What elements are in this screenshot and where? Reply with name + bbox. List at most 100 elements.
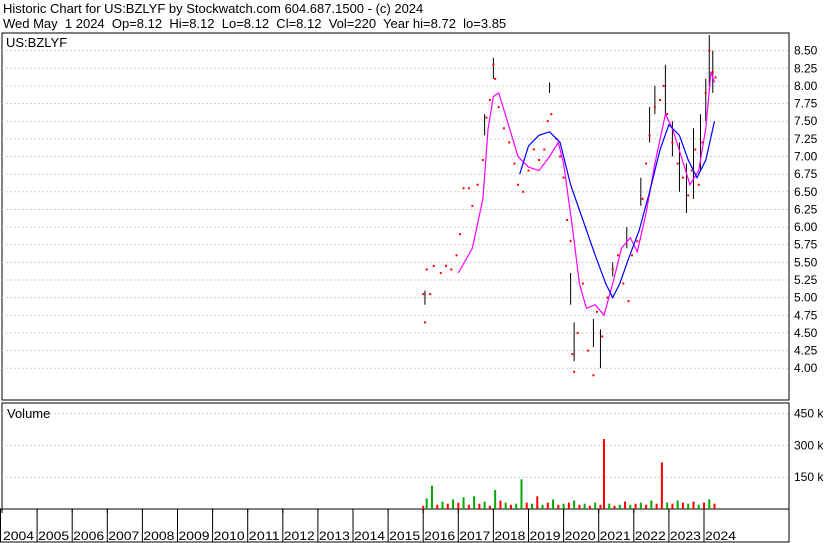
y-tick-label: 4.50 bbox=[794, 326, 818, 340]
close-dot bbox=[566, 219, 569, 222]
close-dot bbox=[455, 254, 458, 257]
close-dot bbox=[450, 268, 453, 271]
close-dot bbox=[494, 77, 497, 80]
y-tick-label: 7.75 bbox=[794, 97, 818, 111]
close-dot bbox=[439, 271, 442, 274]
close-dot bbox=[671, 141, 674, 144]
close-dot bbox=[429, 293, 432, 296]
close-dot bbox=[666, 113, 669, 116]
close-dot bbox=[662, 84, 665, 87]
close-dot bbox=[697, 183, 700, 186]
x-tick-label: 2007 bbox=[108, 529, 139, 543]
close-dot bbox=[445, 264, 448, 267]
close-dot bbox=[641, 197, 644, 200]
close-dot bbox=[711, 70, 714, 73]
close-dot bbox=[687, 194, 690, 197]
price-panel-frame bbox=[1, 32, 790, 401]
close-dot bbox=[659, 99, 662, 102]
close-dot bbox=[508, 141, 511, 144]
x-tick-label: 2024 bbox=[705, 529, 736, 543]
close-dot bbox=[694, 148, 697, 151]
y-tick-label: 5.75 bbox=[794, 238, 818, 252]
close-dot bbox=[569, 240, 572, 243]
close-dot bbox=[636, 240, 639, 243]
x-tick-label: 2009 bbox=[179, 529, 210, 543]
close-dot bbox=[476, 183, 479, 186]
x-tick-label: 2019 bbox=[530, 529, 561, 543]
close-dot bbox=[617, 254, 620, 257]
close-dot bbox=[422, 293, 425, 296]
y-tick-label: 7.25 bbox=[794, 132, 818, 146]
close-dot bbox=[497, 106, 500, 109]
close-dot bbox=[648, 134, 651, 137]
close-dot bbox=[538, 159, 541, 162]
x-tick-label: 2010 bbox=[214, 529, 245, 543]
close-dot bbox=[573, 370, 576, 373]
close-dot bbox=[562, 176, 565, 179]
y-tick-label: 6.75 bbox=[794, 167, 818, 181]
close-dot bbox=[522, 190, 525, 193]
close-dot bbox=[601, 335, 604, 338]
close-dot bbox=[681, 176, 684, 179]
y-tick-label: 5.25 bbox=[794, 273, 818, 287]
x-tick-label: 2017 bbox=[459, 529, 490, 543]
close-dot bbox=[676, 162, 679, 165]
x-tick-label: 2023 bbox=[670, 529, 701, 543]
y-tick-label: 7.00 bbox=[794, 150, 818, 164]
close-dot bbox=[704, 91, 707, 94]
x-tick-label: 2005 bbox=[38, 529, 69, 543]
x-tick-label: 2015 bbox=[389, 529, 420, 543]
y-tick-label: 6.25 bbox=[794, 202, 818, 216]
x-tick-label: 2020 bbox=[565, 529, 596, 543]
chart-svg: 8.50 8.25 8.00 7.75 7.50 7.25 7.00 6.75 6.50 6.25… bbox=[0, 32, 824, 543]
close-dot bbox=[423, 321, 426, 324]
close-dot bbox=[462, 187, 465, 190]
close-dot bbox=[550, 113, 553, 116]
volume-panel-frame bbox=[1, 402, 790, 510]
close-dot bbox=[708, 49, 711, 52]
close-dot bbox=[592, 374, 595, 377]
close-dot bbox=[543, 148, 546, 151]
close-dot bbox=[581, 282, 584, 285]
close-dot bbox=[627, 300, 630, 303]
y-tick-label: 4.00 bbox=[794, 361, 818, 375]
close-dot bbox=[471, 204, 474, 207]
y-tick-label: 4.25 bbox=[794, 344, 818, 358]
y-tick-label: 8.50 bbox=[794, 44, 818, 58]
y-tick-label: 6.50 bbox=[794, 185, 818, 199]
close-dot bbox=[532, 148, 535, 151]
close-dot bbox=[690, 169, 693, 172]
y-tick-label: 5.00 bbox=[794, 291, 818, 305]
close-dot bbox=[611, 268, 614, 271]
close-dot bbox=[595, 310, 598, 313]
close-dot bbox=[425, 268, 428, 271]
volume-tick-label: 300 k bbox=[794, 438, 824, 452]
close-dot bbox=[467, 187, 470, 190]
close-dot bbox=[645, 162, 648, 165]
y-tick-label: 6.00 bbox=[794, 220, 818, 234]
price-panel-label: US:BZLYF bbox=[6, 35, 67, 50]
close-dot bbox=[459, 233, 462, 236]
close-dot bbox=[559, 155, 562, 158]
x-tick-label: 2008 bbox=[143, 529, 174, 543]
chart-stage: Historic Chart for US:BZLYF by Stockwatc… bbox=[0, 0, 830, 543]
close-dot bbox=[527, 169, 530, 172]
x-tick-label: 2013 bbox=[319, 529, 350, 543]
y-tick-label: 4.75 bbox=[794, 308, 818, 322]
close-dot bbox=[492, 63, 495, 66]
close-dot bbox=[576, 331, 579, 334]
close-dot bbox=[513, 162, 516, 165]
close-dot bbox=[481, 159, 484, 162]
x-tick-label: 2016 bbox=[424, 529, 455, 543]
close-dot bbox=[587, 349, 590, 352]
x-tick-label: 2021 bbox=[600, 529, 631, 543]
close-dot bbox=[571, 353, 574, 356]
close-dot bbox=[622, 282, 625, 285]
x-tick-label: 2014 bbox=[354, 529, 385, 543]
x-tick-label: 2004 bbox=[3, 529, 34, 543]
volume-tick-label: 150 k bbox=[794, 470, 824, 484]
close-dot bbox=[485, 116, 488, 119]
x-tick-label: 2011 bbox=[249, 529, 280, 543]
y-tick-label: 8.00 bbox=[794, 79, 818, 93]
y-tick-label: 8.25 bbox=[794, 61, 818, 75]
